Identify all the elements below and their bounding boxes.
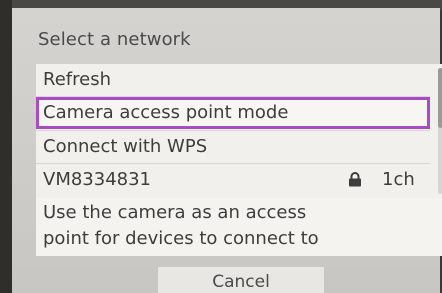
list-item-network-vm8334831[interactable]: VM8334831 1ch <box>36 164 430 196</box>
list-item-connect-with-wps[interactable]: Connect with WPS <box>36 131 430 163</box>
list-item-label: Camera access point mode <box>43 102 289 123</box>
list-item-label: Refresh <box>43 69 111 90</box>
camera-bezel-left <box>0 0 12 293</box>
description-line-1: Use the camera as an access <box>43 202 307 223</box>
scrollbar-thumb[interactable] <box>438 68 442 128</box>
dialog-title: Select a network <box>38 29 191 50</box>
list-scrollbar[interactable] <box>438 68 442 194</box>
network-ssid: VM8334831 <box>43 169 152 190</box>
description-line-2: point for devices to connect to <box>43 228 319 249</box>
list-item-camera-access-point-mode[interactable]: Camera access point mode <box>36 97 430 129</box>
list-item-refresh[interactable]: Refresh <box>36 64 430 96</box>
lock-icon <box>349 172 361 187</box>
network-list: Refresh Camera access point mode Connect… <box>36 64 442 198</box>
network-channel: 1ch <box>382 169 415 190</box>
item-description: Use the camera as an access point for de… <box>36 198 442 256</box>
list-item-label: Connect with WPS <box>43 136 208 157</box>
camera-lcd-screen: Select a network Refresh Camera access p… <box>10 8 442 293</box>
cancel-button[interactable]: Cancel <box>158 267 324 293</box>
